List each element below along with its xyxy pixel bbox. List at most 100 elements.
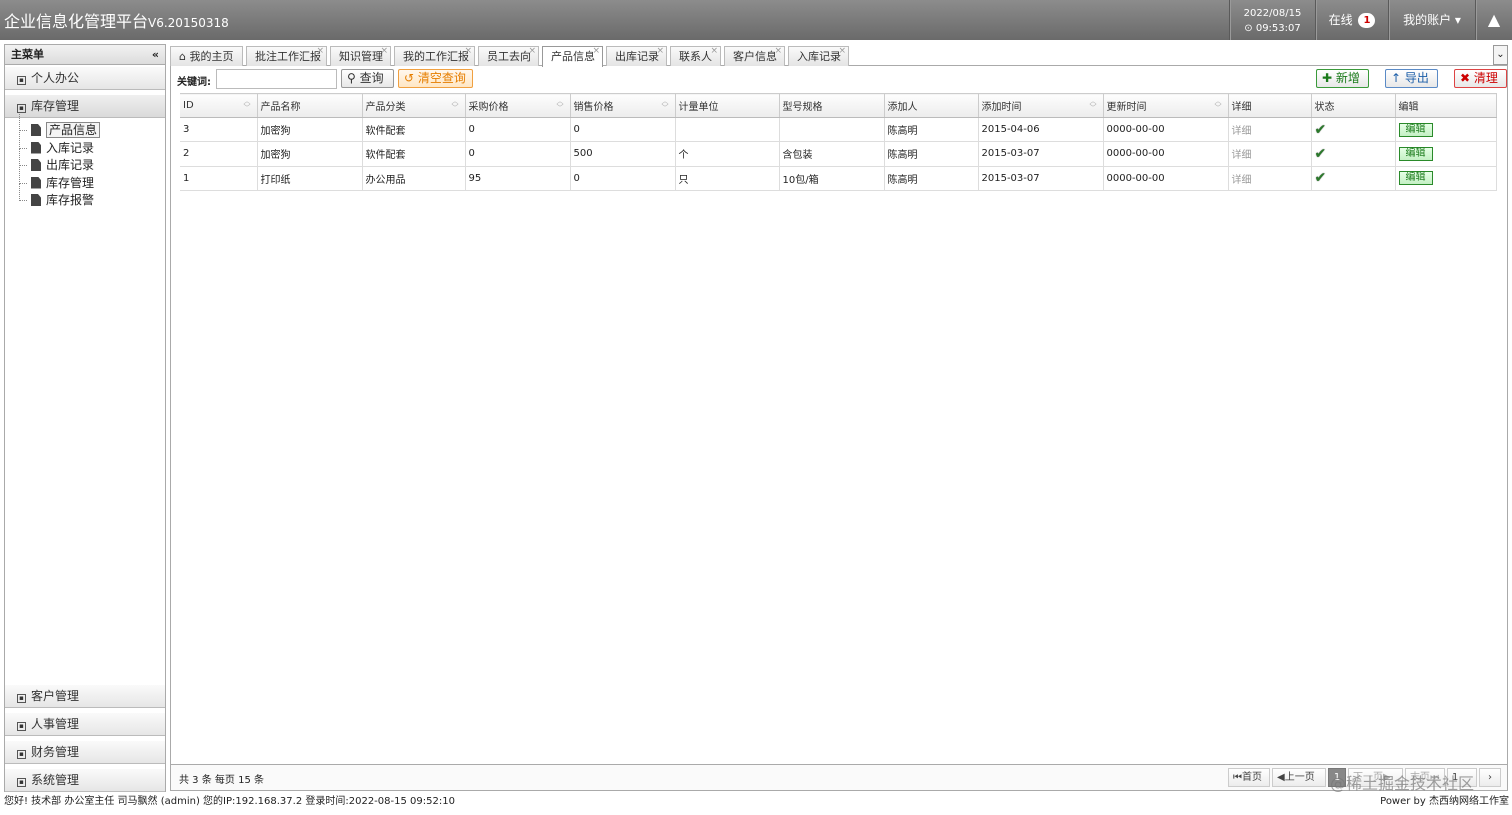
close-icon[interactable]: × bbox=[710, 42, 718, 61]
check-icon: ✔ bbox=[1314, 145, 1327, 162]
sidebar-title: 主菜单 bbox=[11, 48, 44, 61]
sidebar-section-finance[interactable]: ▪ 财务管理 bbox=[5, 740, 165, 764]
tab-my-report[interactable]: 我的工作汇报 × bbox=[394, 46, 475, 66]
keyword-input[interactable] bbox=[216, 69, 337, 89]
pagination-bar: 共 3 条 每页 15 条 ⏮首页 ◀上一页 1 下一页▶ 末页⏭ 1 › bbox=[171, 764, 1507, 790]
search-button[interactable]: ⚲ 查询 bbox=[341, 69, 394, 88]
sidebar-section-hr[interactable]: ▪ 人事管理 bbox=[5, 712, 165, 736]
sidebar-section-inventory[interactable]: ▪ 库存管理 bbox=[5, 94, 165, 118]
edit-button[interactable]: 编辑 bbox=[1398, 171, 1433, 186]
tab-product-info[interactable]: 产品信息 × bbox=[542, 46, 603, 67]
table-header-row: ID ︿ ﹀ 产品名称 产品分类 ︿ ﹀ 采购价格 ︿ ﹀ 销售价格 ︿ ﹀ 计量单位 型号规格… bbox=[180, 93, 1497, 118]
close-icon[interactable]: × bbox=[656, 42, 664, 61]
column-header-category[interactable]: 产品分类 ︿ ﹀ bbox=[362, 93, 466, 118]
account-menu-button[interactable]: 我的账户 ▾ bbox=[1388, 0, 1475, 40]
sort-icon: ︿ ﹀ bbox=[1089, 97, 1097, 112]
tab-customer-info[interactable]: 客户信息 × bbox=[724, 46, 785, 66]
tree-item-stock-out[interactable]: 出库记录 bbox=[15, 149, 100, 175]
column-header-updated-at[interactable]: 更新时间 ︿ ﹀ bbox=[1103, 93, 1229, 118]
cell-updated-at: 0000-00-00 bbox=[1103, 141, 1229, 167]
close-icon[interactable]: × bbox=[838, 42, 846, 61]
cell-spec: 含包装 bbox=[779, 141, 885, 167]
column-header-spec[interactable]: 型号规格 bbox=[779, 93, 885, 118]
close-icon: ✖ bbox=[1460, 71, 1471, 85]
cell-status: ✔ bbox=[1311, 141, 1396, 167]
tab-staff-whereabouts[interactable]: 员工去向 × bbox=[478, 46, 539, 66]
tab-home[interactable]: ⌂ 我的主页 bbox=[170, 46, 243, 66]
clean-button[interactable]: ✖ 清理 bbox=[1454, 69, 1507, 88]
tab-knowledge[interactable]: 知识管理 × bbox=[330, 46, 391, 66]
close-icon[interactable]: × bbox=[592, 42, 600, 61]
online-users-button[interactable]: 在线 1 bbox=[1315, 0, 1388, 40]
tree-item-product-info[interactable]: 产品信息 bbox=[15, 114, 101, 140]
cell-sale-price: 0 bbox=[570, 117, 676, 143]
sidebar-section-customer[interactable]: ▪ 客户管理 bbox=[5, 684, 165, 708]
top-bar: 企业信息化管理平台V6.20150318 2022/08/15 ⊙ 09:53:… bbox=[0, 0, 1512, 40]
toolbar: 关键词: ⚲ 查询 ↺ 清空查询 ✚ 新增 ↑ 导出 ✖ 清理 bbox=[171, 66, 1507, 92]
tab-annotate-report[interactable]: 批注工作汇报 × bbox=[246, 46, 327, 66]
prev-page-button[interactable]: ◀上一页 bbox=[1272, 768, 1326, 787]
tab-stock-out[interactable]: 出库记录 × bbox=[606, 46, 667, 66]
expand-icon: ▪ bbox=[17, 722, 26, 731]
column-header-edit: 编辑 bbox=[1395, 93, 1497, 118]
collapse-icon[interactable]: « bbox=[152, 45, 159, 64]
tab-stock-in[interactable]: 入库记录 × bbox=[788, 46, 849, 66]
tree-icon-button[interactable]: ▲ bbox=[1475, 0, 1512, 40]
cell-purchase-price: 95 bbox=[465, 166, 571, 191]
column-header-added-by[interactable]: 添加人 bbox=[884, 93, 979, 118]
export-button[interactable]: ↑ 导出 bbox=[1385, 69, 1438, 88]
chevron-right-icon: › bbox=[1488, 772, 1492, 783]
sort-icon: ︿ ﹀ bbox=[556, 97, 564, 112]
cell-added-by: 陈高明 bbox=[884, 141, 979, 167]
close-icon[interactable]: × bbox=[380, 42, 388, 61]
detail-link[interactable]: 详细 bbox=[1228, 141, 1312, 167]
sidebar-section-personal[interactable]: ▪ 个人办公 bbox=[5, 66, 165, 90]
caret-down-icon: ▾ bbox=[1454, 13, 1461, 27]
cell-sale-price: 500 bbox=[570, 141, 676, 167]
arrow-up-icon: ↑ bbox=[1391, 71, 1402, 85]
tree-item-stock-in[interactable]: 入库记录 bbox=[15, 131, 100, 158]
undo-icon: ↺ bbox=[404, 71, 415, 85]
cell-updated-at: 0000-00-00 bbox=[1103, 166, 1229, 191]
column-header-added-at[interactable]: 添加时间 ︿ ﹀ bbox=[978, 93, 1104, 118]
add-button[interactable]: ✚ 新增 bbox=[1316, 69, 1369, 88]
cell-added-at: 2015-03-07 bbox=[978, 166, 1104, 191]
tree-item-inventory[interactable]: 库存管理 bbox=[15, 166, 100, 193]
cell-edit: 编辑 bbox=[1395, 141, 1497, 167]
column-header-name[interactable]: 产品名称 bbox=[257, 93, 363, 118]
check-icon: ✔ bbox=[1314, 121, 1327, 138]
cell-name: 加密狗 bbox=[257, 117, 363, 143]
inventory-tree: 产品信息 入库记录 出库记录 库存管理 库存报警 bbox=[15, 114, 101, 210]
close-icon[interactable]: × bbox=[464, 42, 472, 61]
user-status-text: 您好! 技术部 办公室主任 司马飘然 (admin) 您的IP:192.168.… bbox=[4, 796, 455, 807]
cell-id: 1 bbox=[180, 166, 258, 191]
close-icon[interactable]: × bbox=[774, 42, 782, 61]
edit-button[interactable]: 编辑 bbox=[1398, 146, 1433, 161]
tree-icon: ▲ bbox=[1487, 10, 1501, 29]
cell-added-at: 2015-03-07 bbox=[978, 141, 1104, 167]
column-header-purchase-price[interactable]: 采购价格 ︿ ﹀ bbox=[465, 93, 571, 118]
cell-name: 加密狗 bbox=[257, 141, 363, 167]
table-row[interactable]: 2 加密狗 软件配套 0 500 个 含包装 陈高明 2015-03-07 00… bbox=[180, 141, 1497, 167]
column-header-unit[interactable]: 计量单位 bbox=[675, 93, 780, 118]
detail-link[interactable]: 详细 bbox=[1228, 166, 1312, 191]
table-row[interactable]: 1 打印纸 办公用品 95 0 只 10包/箱 陈高明 2015-03-07 0… bbox=[180, 166, 1497, 191]
sidebar-section-system[interactable]: ▪ 系统管理 bbox=[5, 768, 165, 792]
refresh-button[interactable]: › bbox=[1479, 768, 1501, 787]
cell-unit: 只 bbox=[675, 166, 780, 191]
detail-link[interactable]: 详细 bbox=[1228, 117, 1312, 143]
cell-category: 软件配套 bbox=[362, 141, 466, 167]
clear-query-button[interactable]: ↺ 清空查询 bbox=[398, 69, 473, 88]
close-icon[interactable]: × bbox=[316, 42, 324, 61]
tab-contacts[interactable]: 联系人 × bbox=[670, 46, 721, 66]
first-page-button[interactable]: ⏮首页 bbox=[1228, 768, 1270, 787]
tab-menu-button[interactable]: ⌄ bbox=[1493, 45, 1508, 65]
table-row[interactable]: 3 加密狗 软件配套 0 0 陈高明 2015-04-06 0000-00-00… bbox=[180, 117, 1497, 143]
column-header-id[interactable]: ID ︿ ﹀ bbox=[180, 93, 258, 118]
close-icon[interactable]: × bbox=[528, 42, 536, 61]
edit-button[interactable]: 编辑 bbox=[1398, 122, 1433, 137]
online-label: 在线 bbox=[1328, 13, 1353, 27]
tree-item-stock-alarm[interactable]: 库存报警 bbox=[15, 184, 100, 210]
column-header-sale-price[interactable]: 销售价格 ︿ ﹀ bbox=[570, 93, 676, 118]
cell-category: 办公用品 bbox=[362, 166, 466, 191]
